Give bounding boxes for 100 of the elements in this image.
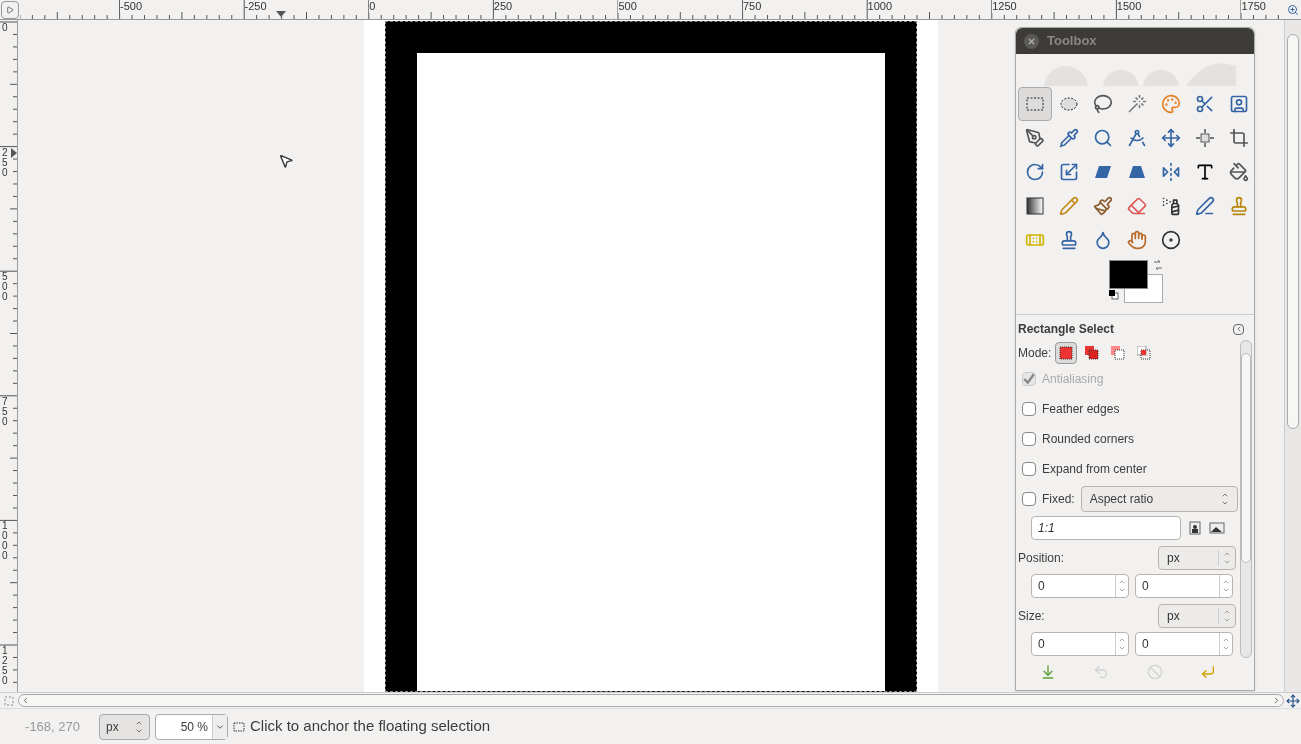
field-value: 0 bbox=[1141, 636, 1150, 653]
rotate-icon bbox=[1025, 162, 1045, 182]
pointer-marker-icon bbox=[276, 11, 286, 17]
ruler-label: 500 bbox=[618, 0, 638, 13]
zoom-icon bbox=[1286, 3, 1299, 16]
ruler-label: 1500 bbox=[1116, 0, 1143, 13]
scissors-icon bbox=[1195, 94, 1215, 114]
unit-dropdown[interactable]: px bbox=[1158, 546, 1236, 570]
option-label: Antialiasing bbox=[1042, 371, 1104, 388]
overlapping-squares-icon bbox=[1085, 346, 1100, 360]
ruler-label: 750 bbox=[2, 396, 8, 427]
dot-icon bbox=[1161, 230, 1181, 250]
palette-icon bbox=[1161, 94, 1181, 114]
field-value: 0 bbox=[1141, 578, 1150, 595]
ruler-label: 1250 bbox=[992, 0, 1018, 13]
paint-bucket-icon bbox=[1229, 162, 1249, 182]
return-arrow-icon bbox=[1200, 664, 1216, 680]
number-field[interactable]: 0 bbox=[1031, 632, 1129, 656]
move-icon bbox=[1285, 693, 1300, 708]
option-label: Expand from center bbox=[1042, 461, 1147, 478]
intersect-squares-icon bbox=[1137, 346, 1152, 360]
ruler-label: 0 bbox=[369, 0, 377, 13]
ruler-label: 250 bbox=[2, 147, 8, 178]
color-swatches-drawing[interactable] bbox=[1109, 260, 1163, 303]
close-icon bbox=[1028, 37, 1035, 45]
pencil-icon bbox=[1059, 196, 1079, 216]
mode-button[interactable] bbox=[1055, 342, 1078, 364]
ruler-label: 1750 bbox=[1241, 0, 1267, 13]
hand-icon bbox=[1127, 230, 1147, 250]
mode-label: Mode: bbox=[1018, 345, 1052, 362]
no-entry-icon bbox=[1146, 664, 1163, 680]
pen-icon bbox=[1195, 196, 1215, 216]
field-label: Size: bbox=[1018, 608, 1045, 625]
field-value: 0 bbox=[1037, 578, 1046, 595]
align-icon bbox=[1195, 128, 1215, 148]
ruler-label: 1000 bbox=[867, 0, 894, 13]
swap-arrows-icon[interactable] bbox=[1152, 260, 1164, 270]
zoom-dropdown[interactable]: 50 % bbox=[155, 713, 228, 740]
pipette-icon bbox=[1059, 128, 1079, 148]
text-icon bbox=[1195, 162, 1215, 182]
field-value: 0 bbox=[1037, 636, 1046, 653]
compass-icon bbox=[1127, 128, 1147, 148]
landscape-icon[interactable] bbox=[1209, 522, 1225, 534]
ruler-menu-button[interactable] bbox=[1, 1, 19, 19]
ratio-field[interactable]: 1:1 bbox=[1031, 516, 1181, 540]
default-colors-icon[interactable] bbox=[1109, 290, 1119, 300]
ruler-label: -500 bbox=[120, 0, 144, 13]
portrait-icon[interactable] bbox=[1189, 521, 1201, 535]
wand-icon bbox=[1127, 94, 1147, 114]
dashed-rectangle-icon bbox=[1025, 94, 1045, 114]
stamp-icon bbox=[1059, 230, 1079, 250]
undo-icon bbox=[1093, 664, 1110, 680]
dashed-square-icon bbox=[233, 721, 245, 732]
spray-can-icon bbox=[1161, 196, 1181, 216]
eraser-icon bbox=[1127, 196, 1147, 216]
stamp-icon bbox=[1229, 196, 1249, 216]
gradient-icon bbox=[1025, 196, 1045, 216]
unit-dropdown[interactable]: px bbox=[99, 713, 150, 740]
number-field[interactable]: 0 bbox=[1135, 574, 1233, 598]
checkbox[interactable] bbox=[1022, 432, 1036, 446]
filled-square-icon bbox=[1059, 346, 1074, 360]
ruler-label: 0 bbox=[2, 23, 8, 33]
panel-menu-button[interactable] bbox=[1233, 323, 1244, 335]
flip-icon bbox=[1161, 162, 1181, 182]
option-label: Feather edges bbox=[1042, 401, 1120, 418]
lasso-icon bbox=[1093, 94, 1113, 114]
move-icon bbox=[1161, 128, 1181, 148]
number-field[interactable]: 0 bbox=[1135, 632, 1233, 656]
fixed-label: Fixed: bbox=[1042, 491, 1075, 508]
unit-dropdown[interactable]: px bbox=[1158, 604, 1236, 628]
aspect-dropdown[interactable]: Aspect ratio bbox=[1080, 486, 1238, 512]
status-message: Click to anchor the floating selection bbox=[250, 716, 491, 737]
scale-icon bbox=[1059, 162, 1079, 182]
pen-tool-icon bbox=[1025, 128, 1045, 148]
checkbox[interactable] bbox=[1022, 462, 1036, 476]
mouse-pointer-icon bbox=[278, 153, 294, 169]
ruler-label: 500 bbox=[2, 272, 8, 303]
field-label: Position: bbox=[1018, 550, 1065, 567]
pointer-marker-icon bbox=[11, 148, 17, 158]
search-icon bbox=[1093, 128, 1113, 148]
crop-icon bbox=[1229, 128, 1249, 148]
person-icon bbox=[1229, 94, 1249, 114]
ruler-label: 1000 bbox=[2, 521, 8, 562]
tool-options-title: Rectangle Select bbox=[1018, 321, 1115, 338]
horizontal-scrollbar[interactable] bbox=[18, 694, 1284, 707]
checkbox[interactable] bbox=[1022, 402, 1036, 416]
dashed-ellipse-icon bbox=[1059, 94, 1079, 114]
scrollbar[interactable] bbox=[1240, 340, 1252, 658]
vertical-scrollbar[interactable] bbox=[1284, 20, 1301, 692]
close-button[interactable] bbox=[1024, 33, 1039, 49]
pointer-coordinates: -168, 270 bbox=[24, 717, 81, 736]
checkbox[interactable] bbox=[1022, 492, 1036, 506]
navigate-button[interactable] bbox=[1284, 693, 1301, 708]
ruler-label: -250 bbox=[244, 0, 268, 13]
play-icon bbox=[6, 6, 14, 14]
number-field[interactable]: 0 bbox=[1031, 574, 1129, 598]
ruler-label: 750 bbox=[743, 0, 763, 13]
subtract-squares-icon bbox=[1111, 346, 1126, 360]
window-title: Toolbox bbox=[1047, 32, 1097, 51]
paintbrush-icon bbox=[1093, 196, 1113, 216]
